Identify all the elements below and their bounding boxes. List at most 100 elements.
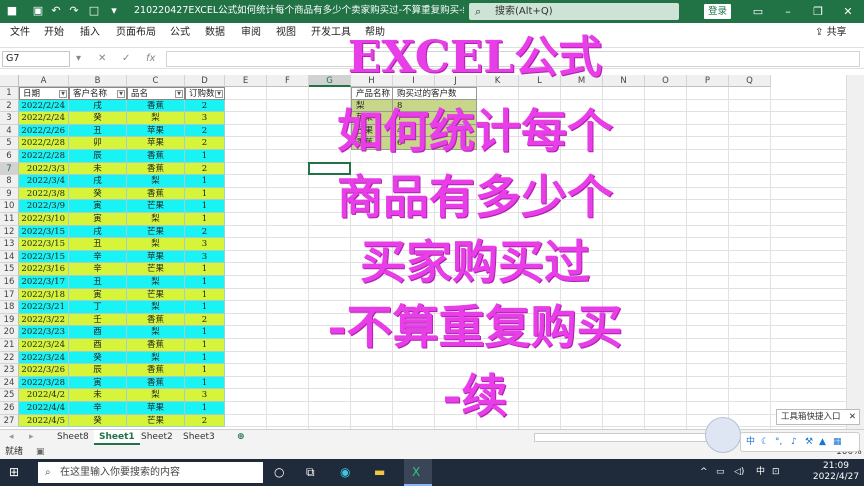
- column-header-c[interactable]: C: [127, 75, 185, 87]
- table-cell[interactable]: 未: [69, 162, 127, 176]
- table-cell[interactable]: 2: [185, 414, 225, 428]
- row-header-10[interactable]: 10: [0, 200, 19, 213]
- table-cell[interactable]: 2022/4/5: [19, 414, 69, 428]
- table-cell[interactable]: 3: [185, 250, 225, 264]
- column-header-o[interactable]: O: [645, 75, 687, 87]
- row-header-7[interactable]: 7: [0, 162, 19, 176]
- table-cell[interactable]: 香蕉: [127, 376, 185, 390]
- menu-insert[interactable]: 插入: [80, 23, 100, 43]
- column-header-m[interactable]: M: [561, 75, 603, 87]
- ime-mode[interactable]: 中: [746, 433, 755, 451]
- table-cell[interactable]: 芒果: [127, 288, 185, 302]
- column-header-q[interactable]: Q: [729, 75, 771, 87]
- table-cell[interactable]: 癸: [69, 112, 127, 125]
- filter-dropdown-icon[interactable]: ▼: [59, 90, 67, 98]
- table-cell[interactable]: 2: [185, 99, 225, 113]
- table-cell[interactable]: 2: [185, 313, 225, 327]
- next-sheet-icon[interactable]: ▸: [24, 430, 39, 445]
- table-cell[interactable]: 梨: [127, 238, 185, 251]
- login-button[interactable]: 登录: [704, 4, 731, 19]
- table-cell[interactable]: 2: [185, 137, 225, 150]
- table-cell[interactable]: 2022/3/15: [19, 225, 69, 239]
- table-cell[interactable]: 2022/3/24: [19, 339, 69, 352]
- network-icon[interactable]: ▭: [716, 459, 725, 486]
- spreadsheet-grid[interactable]: A B C D E F G H I J K L M N O P Q 1 2 3 4 5 6 7 8 9 10 11 12 13 14 15 16…: [0, 75, 846, 429]
- ime-moon-icon[interactable]: ☾: [761, 433, 769, 451]
- table-cell[interactable]: 寅: [69, 213, 127, 226]
- row-header-26[interactable]: 26: [0, 402, 19, 415]
- table-cell[interactable]: 丑: [69, 124, 127, 138]
- table-cell[interactable]: 辛: [69, 250, 127, 264]
- table-cell[interactable]: 酉: [69, 326, 127, 339]
- table-cell[interactable]: 1: [185, 276, 225, 289]
- table-cell[interactable]: 芒果: [127, 200, 185, 213]
- cortana-icon[interactable]: ○: [274, 465, 284, 479]
- menu-page-layout[interactable]: 页面布局: [116, 23, 156, 43]
- table-cell[interactable]: 2022/2/28: [19, 137, 69, 150]
- table-cell[interactable]: 寅: [69, 200, 127, 213]
- confirm-entry-icon[interactable]: ✓: [122, 51, 130, 67]
- summary-cell[interactable]: 香蕉: [351, 137, 393, 150]
- summary-cell[interactable]: 6: [393, 137, 477, 150]
- row-header-23[interactable]: 23: [0, 364, 19, 377]
- table-cell[interactable]: 梨: [127, 112, 185, 125]
- minimize-button[interactable]: –: [776, 0, 800, 23]
- table-cell[interactable]: 香蕉: [127, 162, 185, 176]
- table-cell[interactable]: 1: [185, 263, 225, 276]
- table-cell[interactable]: 辰: [69, 150, 127, 163]
- ime-toolbar[interactable]: 中 ☾ °, ♪ ⚒ ▲ ▦: [740, 432, 860, 452]
- table-cell[interactable]: 2022/2/28: [19, 150, 69, 163]
- table-cell[interactable]: 戌: [69, 175, 127, 188]
- table-cell[interactable]: 1: [185, 288, 225, 302]
- cancel-entry-icon[interactable]: ✕: [98, 51, 106, 67]
- tab-sheet1[interactable]: Sheet1: [94, 430, 140, 445]
- table-cell[interactable]: 2022/3/15: [19, 250, 69, 264]
- ime-tray[interactable]: 中: [756, 459, 765, 486]
- summary-cell[interactable]: 4: [393, 124, 477, 138]
- table-cell[interactable]: 1: [185, 200, 225, 213]
- table-cell[interactable]: 戌: [69, 225, 127, 239]
- table-cell[interactable]: 香蕉: [127, 187, 185, 201]
- table-cell[interactable]: 1: [185, 150, 225, 163]
- table-cell[interactable]: 2: [185, 225, 225, 239]
- assistant-robot-icon[interactable]: [705, 417, 741, 453]
- column-header-a[interactable]: A: [19, 75, 69, 87]
- table-cell[interactable]: 壬: [69, 313, 127, 327]
- add-sheet-icon[interactable]: ⊕: [232, 430, 250, 445]
- table-cell[interactable]: 梨: [127, 389, 185, 402]
- table-cell[interactable]: 辰: [69, 364, 127, 377]
- table-cell[interactable]: 香蕉: [127, 364, 185, 377]
- row-header-22[interactable]: 22: [0, 351, 19, 365]
- row-header-15[interactable]: 15: [0, 263, 19, 276]
- row-header-4[interactable]: 4: [0, 124, 19, 138]
- table-cell[interactable]: 卯: [69, 137, 127, 150]
- menu-file[interactable]: 文件: [10, 23, 30, 43]
- table-cell[interactable]: 2022/3/17: [19, 276, 69, 289]
- table-cell[interactable]: 芒果: [127, 263, 185, 276]
- row-header-20[interactable]: 20: [0, 326, 19, 339]
- table-cell[interactable]: 辛: [69, 263, 127, 276]
- column-header-b[interactable]: B: [69, 75, 127, 87]
- table-cell[interactable]: 2022/3/3: [19, 162, 69, 176]
- table-cell[interactable]: 芒果: [127, 225, 185, 239]
- table-cell[interactable]: 3: [185, 238, 225, 251]
- namebox-dropdown-icon[interactable]: ▾: [76, 51, 81, 67]
- table-header-cell[interactable]: 客户名称 ▼: [69, 87, 127, 100]
- row-header-16[interactable]: 16: [0, 276, 19, 289]
- table-cell[interactable]: 2022/2/26: [19, 124, 69, 138]
- table-cell[interactable]: 1: [185, 364, 225, 377]
- row-header-17[interactable]: 17: [0, 288, 19, 302]
- row-header-13[interactable]: 13: [0, 238, 19, 251]
- table-header-cell[interactable]: 订购数 ▼: [185, 87, 225, 100]
- menu-help[interactable]: 帮助: [365, 23, 385, 43]
- table-cell[interactable]: 2: [185, 124, 225, 138]
- row-header-18[interactable]: 18: [0, 301, 19, 314]
- table-cell[interactable]: 1: [185, 326, 225, 339]
- row-header-19[interactable]: 19: [0, 313, 19, 327]
- filter-dropdown-icon[interactable]: ▼: [175, 90, 183, 98]
- vertical-scrollbar[interactable]: [846, 75, 864, 429]
- table-header-cell[interactable]: 日期 ▼: [19, 87, 69, 100]
- row-header-2[interactable]: 2: [0, 99, 19, 113]
- table-cell[interactable]: 苹果: [127, 137, 185, 150]
- table-cell[interactable]: 香蕉: [127, 99, 185, 113]
